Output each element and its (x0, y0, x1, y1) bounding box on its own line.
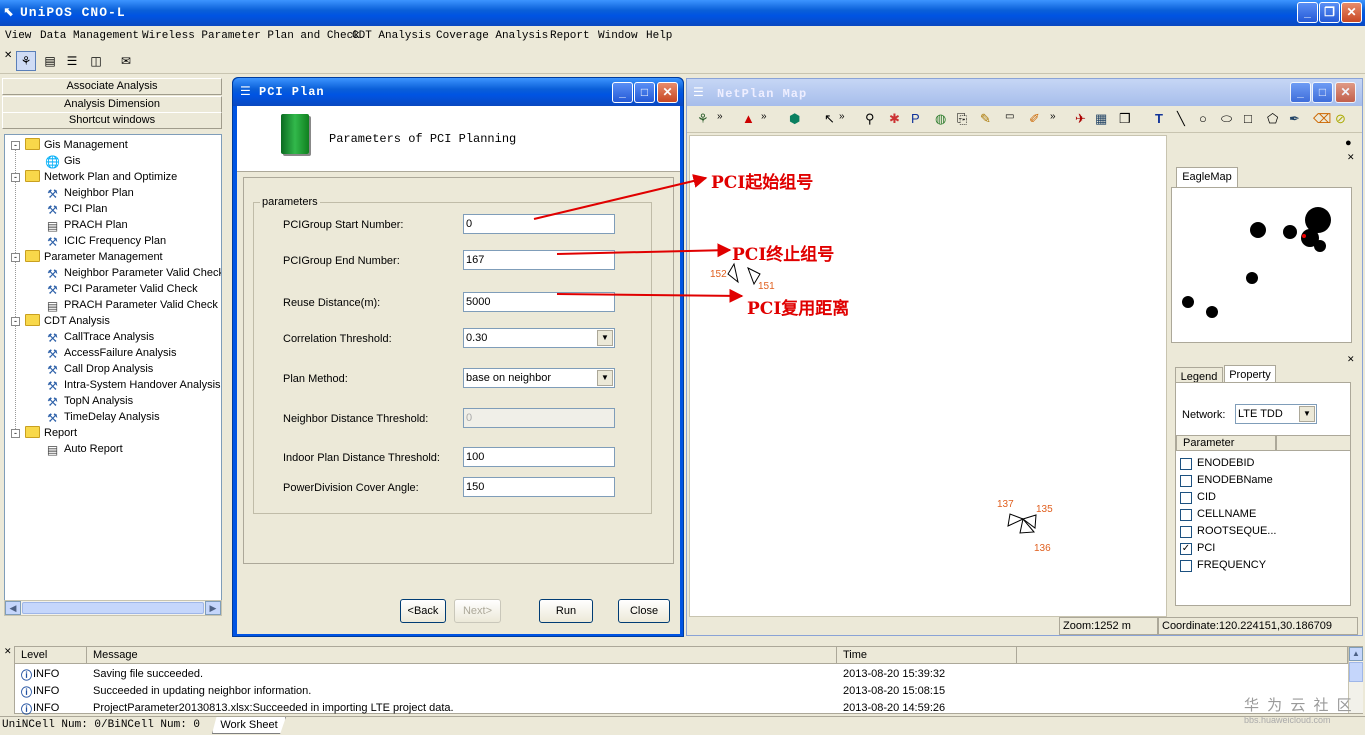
time-column-header[interactable]: Time (837, 647, 1017, 664)
log-close-icon[interactable]: ✕ (4, 646, 12, 657)
level-column-header[interactable]: Level (15, 647, 87, 664)
annotation-reuse-distance: PCI复用距离 (747, 299, 850, 319)
bottom-status-bar: UniNCell Num: 0/BiNCell Num: 0 Work Shee… (0, 716, 1365, 735)
watermark-url: bbs.huaweicloud.com (1244, 715, 1331, 725)
message-column-header[interactable]: Message (87, 647, 837, 664)
log-message: Succeeded in updating neighbor informati… (93, 685, 312, 697)
annotation-start-number: PCI起始组号 (711, 173, 814, 193)
log-time: 2013-08-20 14:59:26 (843, 702, 946, 714)
tab-work-sheet[interactable]: Work Sheet (212, 717, 286, 734)
log-message: ProjectParameter20130813.xlsx:Succeeded … (93, 702, 454, 714)
scroll-up-button[interactable]: ▲ (1349, 647, 1363, 661)
arrow-reuse-distance (556, 288, 744, 303)
log-time: 2013-08-20 15:39:32 (843, 668, 946, 680)
annotation-arrows (533, 174, 744, 303)
arrow-end-number (556, 243, 732, 258)
arrow-start-number (533, 174, 708, 220)
log-level: INFO (33, 685, 60, 697)
annotation-end-number: PCI终止组号 (732, 245, 835, 265)
extra-column-header (1017, 647, 1348, 664)
log-scroll-thumb[interactable] (1349, 662, 1363, 682)
ncell-count: UniNCell Num: 0/BiNCell Num: 0 (2, 719, 201, 731)
log-level: INFO (33, 702, 60, 714)
log-panel: Level Message Time ⓘ INFO Saving file succ… (14, 646, 1363, 716)
info-icon: ⓘ (21, 704, 32, 716)
log-message: Saving file succeeded. (93, 668, 204, 680)
log-level: INFO (33, 668, 60, 680)
watermark-text: 华 为 云 社 区 (1244, 697, 1354, 714)
info-icon: ⓘ (21, 670, 32, 682)
log-time: 2013-08-20 15:08:15 (843, 685, 946, 697)
info-icon: ⓘ (21, 687, 32, 699)
